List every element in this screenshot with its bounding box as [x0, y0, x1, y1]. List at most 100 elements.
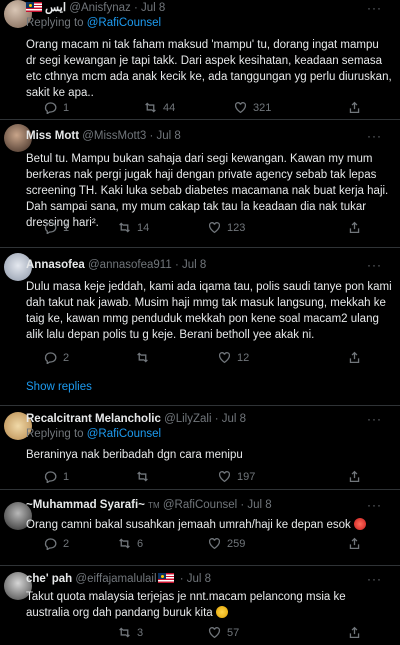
timestamp[interactable]: · Jul 8	[134, 2, 165, 14]
malaysia-flag-icon	[157, 573, 174, 583]
more-icon[interactable]: ···	[367, 129, 382, 143]
tweet-header: che' pah @eiffajamalulail · Jul 8	[26, 572, 392, 586]
retweet-count: 14	[137, 221, 150, 234]
share-button[interactable]	[348, 470, 361, 483]
tweet-text: Orang camni bakal susahkan jemaah umrah/…	[26, 517, 392, 533]
retweet-icon	[145, 102, 156, 113]
reply-icon	[44, 471, 57, 483]
replying-to: Replying to @RafiCounsel	[26, 427, 392, 441]
retweet-button[interactable]	[136, 351, 149, 364]
reply-button[interactable]: 2	[44, 351, 69, 364]
retweet-icon	[119, 538, 130, 549]
like-count: 197	[237, 470, 256, 483]
share-icon	[349, 351, 360, 364]
timestamp[interactable]: · Jul 8	[180, 573, 211, 585]
more-icon[interactable]: ···	[367, 572, 382, 586]
like-count: 12	[237, 351, 250, 364]
timestamp[interactable]: · Jul 8	[215, 413, 246, 425]
share-button[interactable]	[348, 351, 361, 364]
timestamp[interactable]: · Jul 8	[175, 259, 206, 271]
retweet-button[interactable]	[136, 470, 149, 483]
more-icon[interactable]: ···	[367, 498, 382, 512]
more-icon[interactable]: ···	[367, 258, 382, 272]
like-icon	[208, 222, 221, 234]
tweet-actions: 2 12	[26, 351, 392, 365]
tweet-text-content: Orang camni bakal susahkan jemaah umrah/…	[26, 519, 351, 531]
tweet-header: Recalcitrant Melancholic @LilyZali · Jul…	[26, 412, 392, 426]
tweet[interactable]: ~Muhammad Syarafi~ TM @RafiCounsel · Jul…	[0, 490, 400, 566]
retweet-count: 44	[163, 101, 176, 114]
replying-prefix: Replying to	[26, 428, 84, 440]
reply-count: 1	[63, 221, 70, 234]
share-button[interactable]	[348, 626, 361, 639]
like-count: 57	[227, 626, 240, 639]
reply-button[interactable]: 1	[44, 221, 69, 234]
reply-icon	[44, 538, 57, 550]
mention-link[interactable]: @RafiCounsel	[87, 17, 161, 29]
like-button[interactable]: 197	[218, 470, 255, 483]
retweet-button[interactable]: 14	[118, 221, 149, 234]
display-name[interactable]: ايس	[45, 2, 66, 14]
like-icon	[218, 471, 231, 483]
like-button[interactable]: 123	[208, 221, 245, 234]
reply-button[interactable]: 2	[44, 537, 69, 550]
retweet-button[interactable]: 3	[118, 626, 143, 639]
username[interactable]: @LilyZali	[164, 413, 211, 425]
reply-button[interactable]: 1	[44, 470, 69, 483]
share-icon	[349, 537, 360, 550]
retweet-count: 6	[137, 537, 144, 550]
username[interactable]: @eiffajamalulail	[75, 573, 156, 585]
tweet-header: Annasofea @annasofea911 · Jul 8	[26, 258, 392, 272]
tweet[interactable]: Recalcitrant Melancholic @LilyZali · Jul…	[0, 406, 400, 490]
share-button[interactable]	[348, 101, 361, 114]
username[interactable]: @RafiCounsel	[163, 499, 237, 511]
display-name[interactable]: Annasofea	[26, 259, 85, 271]
replying-to: Replying to @RafiCounsel	[26, 16, 392, 30]
like-icon	[234, 102, 247, 114]
tweet[interactable]: Annasofea @annasofea911 · Jul 8 ··· Dulu…	[0, 248, 400, 406]
tweet[interactable]: Miss Mott @MissMott3 · Jul 8 ··· Betul t…	[0, 120, 400, 248]
share-button[interactable]	[348, 537, 361, 550]
mention-link[interactable]: @RafiCounsel	[87, 428, 161, 440]
reply-count: 1	[63, 101, 70, 114]
tweet-actions: 1 44 321	[26, 101, 392, 115]
username[interactable]: @MissMott3	[82, 130, 146, 142]
display-name[interactable]: Recalcitrant Melancholic	[26, 413, 161, 425]
tweet-header: ايس @Anisfynaz · Jul 8	[26, 1, 392, 15]
tweet-actions: 1 197	[26, 470, 392, 484]
like-button[interactable]: 57	[208, 626, 239, 639]
retweet-count: 3	[137, 626, 144, 639]
share-icon	[349, 221, 360, 234]
share-button[interactable]	[348, 221, 361, 234]
display-name[interactable]: che' pah	[26, 573, 72, 585]
username[interactable]: @Anisfynaz	[69, 2, 131, 14]
username[interactable]: @annasofea911	[88, 259, 172, 271]
tweet-text: Takut quota malaysia terjejas je nnt.mac…	[26, 589, 392, 621]
like-icon	[208, 538, 221, 550]
more-icon[interactable]: ···	[367, 412, 382, 426]
tweet-text: Orang macam ni tak faham maksud 'mampu' …	[26, 39, 392, 99]
tweet[interactable]: che' pah @eiffajamalulail · Jul 8 ··· Ta…	[0, 566, 400, 645]
display-name[interactable]: Miss Mott	[26, 130, 79, 142]
reply-button[interactable]: 1	[44, 101, 69, 114]
like-button[interactable]: 321	[234, 101, 271, 114]
tweet-header: ~Muhammad Syarafi~ TM @RafiCounsel · Jul…	[26, 498, 392, 513]
tweet[interactable]: ايس @Anisfynaz · Jul 8 ··· Replying to @…	[0, 0, 400, 120]
tweet-actions: 3 57	[26, 626, 392, 640]
malaysia-flag-icon	[26, 2, 42, 12]
timestamp[interactable]: · Jul 8	[150, 130, 181, 142]
reply-icon	[44, 352, 57, 364]
like-button[interactable]: 259	[208, 537, 245, 550]
retweet-button[interactable]: 6	[118, 537, 143, 550]
reply-count: 2	[63, 537, 70, 550]
display-name[interactable]: ~Muhammad Syarafi~	[26, 499, 145, 511]
reply-icon	[44, 102, 57, 114]
reply-count: 2	[63, 351, 70, 364]
tweet-header: Miss Mott @MissMott3 · Jul 8	[26, 129, 392, 143]
timestamp[interactable]: · Jul 8	[240, 499, 271, 511]
retweet-button[interactable]: 44	[144, 101, 175, 114]
show-replies-link[interactable]: Show replies	[26, 381, 92, 393]
more-icon[interactable]: ···	[367, 1, 382, 15]
tweet-text-content: Takut quota malaysia terjejas je nnt.mac…	[26, 591, 346, 619]
like-button[interactable]: 12	[218, 351, 249, 364]
